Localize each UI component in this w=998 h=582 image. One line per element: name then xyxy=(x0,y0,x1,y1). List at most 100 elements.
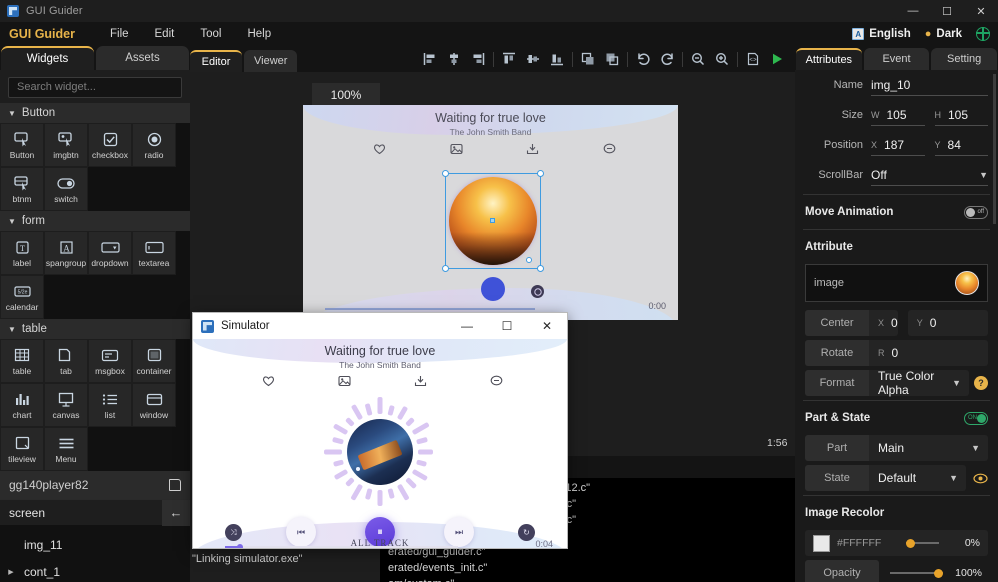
simulator-window[interactable]: Simulator — ☐ ✕ Waiting for true love Th… xyxy=(193,313,567,548)
theme-selector[interactable]: ● Dark xyxy=(925,28,962,40)
tab-editor[interactable]: Editor xyxy=(190,50,242,72)
align-bottom-icon[interactable] xyxy=(545,47,569,71)
widget-imgbtn[interactable]: imgbtn xyxy=(44,123,88,167)
rotate-row[interactable]: Rotate R 0 xyxy=(805,340,988,366)
widget-window[interactable]: window xyxy=(132,383,176,427)
run-icon[interactable] xyxy=(765,47,789,71)
search-widget-input[interactable]: Search widget... xyxy=(8,77,182,98)
resize-handle-top-left[interactable] xyxy=(442,170,449,177)
tab-attributes[interactable]: Attributes xyxy=(796,48,862,70)
generate-code-icon[interactable]: <> xyxy=(741,47,765,71)
widget-switch[interactable]: switch xyxy=(44,167,88,211)
globe-icon[interactable] xyxy=(976,27,990,41)
help-icon[interactable]: ? xyxy=(974,376,988,390)
folder-icon[interactable] xyxy=(169,479,181,491)
simulator-album-cover[interactable] xyxy=(347,419,413,485)
maximize-button[interactable]: ☐ xyxy=(930,0,964,22)
image-icon[interactable] xyxy=(337,374,351,388)
download-icon[interactable] xyxy=(525,142,539,156)
tab-viewer[interactable]: Viewer xyxy=(244,50,297,72)
widget-list[interactable]: list xyxy=(88,383,132,427)
group-header-table[interactable]: ▼ table xyxy=(0,319,190,339)
zoom-out-icon[interactable] xyxy=(686,47,710,71)
simulator-maximize-button[interactable]: ☐ xyxy=(487,313,527,339)
menu-item-help[interactable]: Help xyxy=(234,22,284,46)
image-thumbnail[interactable] xyxy=(955,271,979,295)
design-progress-bar[interactable] xyxy=(325,308,535,310)
back-button[interactable]: ← xyxy=(162,500,190,526)
widget-canvas[interactable]: canvas xyxy=(44,383,88,427)
scrollbar-select[interactable]: Off ▼ xyxy=(871,164,988,186)
selection-box[interactable] xyxy=(445,173,541,269)
project-header[interactable]: gg140player82 xyxy=(0,471,190,499)
redo-icon[interactable] xyxy=(655,47,679,71)
simulator-canvas[interactable]: Waiting for true love The John Smith Ban… xyxy=(193,339,567,548)
widget-tab[interactable]: tab xyxy=(44,339,88,383)
widget-menu[interactable]: Menu xyxy=(44,427,88,471)
simulator-titlebar[interactable]: Simulator — ☐ ✕ xyxy=(193,313,567,339)
menu-item-file[interactable]: File xyxy=(97,22,142,46)
resize-handle-top-right[interactable] xyxy=(537,170,544,177)
widget-calendar[interactable]: 5/2e calendar xyxy=(0,275,44,319)
recolor-slider[interactable] xyxy=(906,535,939,551)
state-select[interactable]: Default ▼ xyxy=(869,465,966,491)
group-header-form[interactable]: ▼ form xyxy=(0,211,190,231)
widget-checkbox[interactable]: checkbox xyxy=(88,123,132,167)
comment-icon[interactable] xyxy=(602,142,616,156)
name-input[interactable]: img_10 xyxy=(871,74,988,96)
heart-icon[interactable] xyxy=(372,142,386,156)
simulator-close-button[interactable]: ✕ xyxy=(527,313,567,339)
size-width-input[interactable]: W 105 xyxy=(871,104,925,126)
send-backward-icon[interactable] xyxy=(600,47,624,71)
opacity-slider[interactable] xyxy=(890,565,943,581)
slider-knob[interactable] xyxy=(906,539,915,548)
bring-forward-icon[interactable] xyxy=(576,47,600,71)
size-height-input[interactable]: H 105 xyxy=(935,104,989,126)
widget-chart[interactable]: chart xyxy=(0,383,44,427)
design-volume-button[interactable] xyxy=(531,285,544,298)
menu-item-tool[interactable]: Tool xyxy=(187,22,234,46)
image-icon[interactable] xyxy=(449,142,463,156)
color-swatch[interactable] xyxy=(813,535,830,552)
widget-button[interactable]: Button xyxy=(0,123,44,167)
part-select[interactable]: Main ▼ xyxy=(869,435,988,461)
move-animation-toggle[interactable]: off xyxy=(964,206,988,219)
widget-spangroup[interactable]: A spangroup xyxy=(44,231,88,275)
widget-radio[interactable]: radio xyxy=(132,123,176,167)
recolor-hex-value[interactable]: #FFFFFF xyxy=(837,537,899,549)
tab-setting[interactable]: Setting xyxy=(931,48,997,70)
heart-icon[interactable] xyxy=(261,374,275,388)
design-play-button[interactable] xyxy=(481,277,505,301)
menu-item-edit[interactable]: Edit xyxy=(142,22,188,46)
widget-label[interactable]: T label xyxy=(0,231,44,275)
simulator-minimize-button[interactable]: — xyxy=(447,313,487,339)
widget-btnm[interactable]: btnm xyxy=(0,167,44,211)
language-selector[interactable]: A English xyxy=(852,28,911,40)
center-x-field[interactable]: Center X 0 xyxy=(805,310,898,336)
widget-table[interactable]: table xyxy=(0,339,44,383)
minimize-button[interactable]: — xyxy=(896,0,930,22)
tree-item-cont_1[interactable]: ▶ cont_1 xyxy=(0,558,190,582)
comment-icon[interactable] xyxy=(489,374,503,388)
attributes-scrollbar[interactable] xyxy=(993,74,996,224)
format-select[interactable]: True Color Alpha ▼ xyxy=(869,370,969,396)
widget-tileview[interactable]: tileview xyxy=(0,427,44,471)
close-button[interactable]: ✕ xyxy=(964,0,998,22)
resize-handle-inner[interactable] xyxy=(526,257,532,263)
image-source-field[interactable]: image xyxy=(805,264,988,302)
align-middle-vertical-icon[interactable] xyxy=(521,47,545,71)
tab-event[interactable]: Event xyxy=(864,48,930,70)
position-x-input[interactable]: X 187 xyxy=(871,134,925,156)
slider-knob[interactable] xyxy=(934,569,943,578)
screen-preview[interactable]: Waiting for true love The John Smith Ban… xyxy=(303,105,678,320)
chevron-right-icon[interactable]: ▶ xyxy=(0,568,22,576)
widget-container[interactable]: container xyxy=(132,339,176,383)
align-center-horizontal-icon[interactable] xyxy=(442,47,466,71)
tree-item-img_11[interactable]: ▶ img_11 xyxy=(0,531,190,558)
zoom-in-icon[interactable] xyxy=(710,47,734,71)
position-y-input[interactable]: Y 84 xyxy=(935,134,989,156)
part-state-toggle[interactable]: ON xyxy=(964,412,988,425)
tab-assets[interactable]: Assets xyxy=(96,46,189,70)
undo-icon[interactable] xyxy=(631,47,655,71)
group-header-button[interactable]: ▼ Button xyxy=(0,103,190,123)
